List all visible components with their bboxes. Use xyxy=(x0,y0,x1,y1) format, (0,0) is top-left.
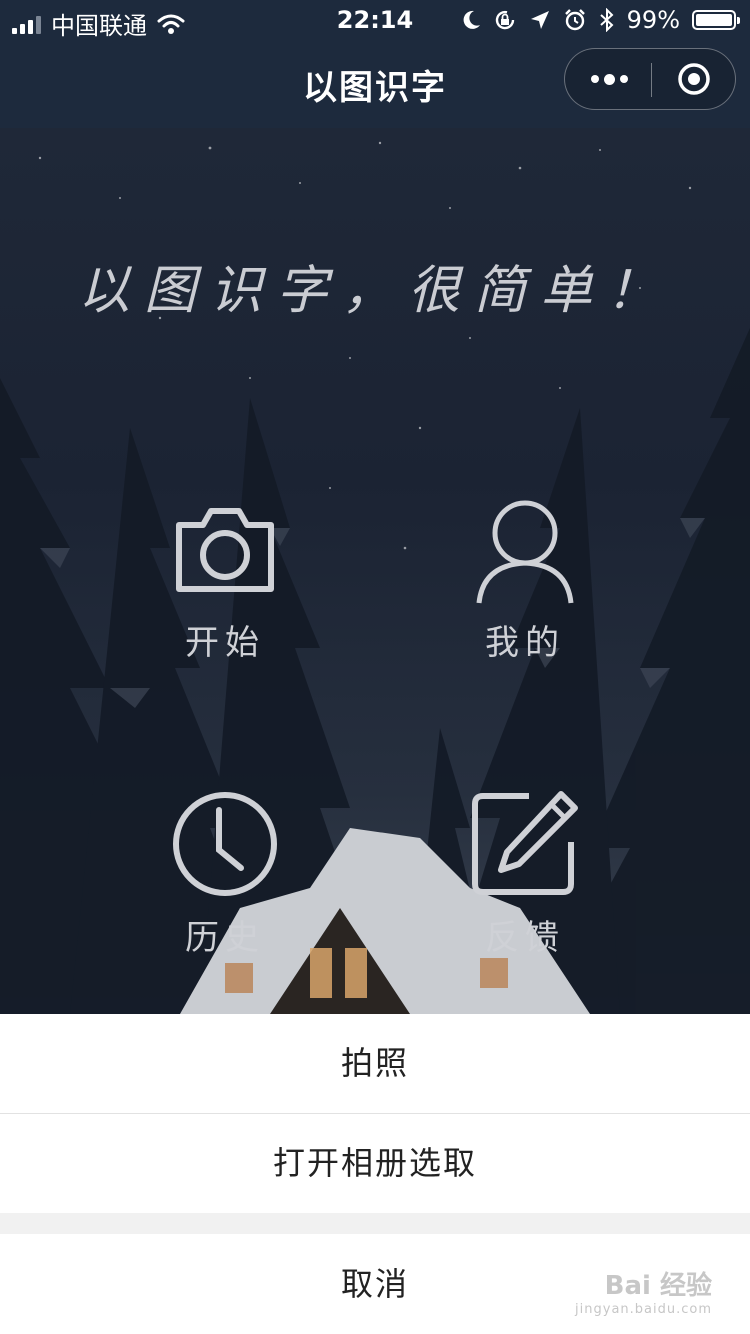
slogan-text: 以图识字，很简单！ xyxy=(77,261,672,321)
rotation-lock-icon xyxy=(495,10,514,30)
menu-feedback-label: 反馈 xyxy=(485,918,565,958)
choose-from-album-button[interactable]: 打开相册选取 xyxy=(0,1114,750,1213)
bluetooth-icon xyxy=(599,8,614,32)
close-target-icon[interactable] xyxy=(677,62,711,96)
nav-bar: 以图识字 xyxy=(0,40,750,128)
mini-program-capsule xyxy=(564,48,736,110)
status-bar: 中国联通 22:14 99% xyxy=(0,0,750,40)
location-icon xyxy=(530,11,549,29)
home-background: 以图识字，很简单！ 开始 我的 历史 反馈 xyxy=(0,128,750,1014)
menu-feedback[interactable]: 反馈 xyxy=(435,788,615,959)
menu-history[interactable]: 历史 xyxy=(135,788,315,959)
battery-percent: 99% xyxy=(626,6,680,34)
take-photo-button[interactable]: 拍照 xyxy=(0,1014,750,1113)
clock-icon xyxy=(173,792,277,896)
edit-icon xyxy=(472,791,578,895)
watermark-url: jingyan.baidu.com xyxy=(575,1302,712,1317)
user-icon xyxy=(476,500,574,604)
camera-icon xyxy=(176,508,274,592)
menu-mine[interactable]: 我的 xyxy=(435,493,615,664)
menu-start-label: 开始 xyxy=(185,623,265,663)
baidu-jingyan-watermark: Bai 经验 jingyan.baidu.com xyxy=(575,1273,712,1316)
action-sheet: 拍照 打开相册选取 取消 Bai 经验 jingyan.baidu.com xyxy=(0,1014,750,1334)
more-icon[interactable] xyxy=(589,49,629,109)
capsule-divider xyxy=(651,63,652,97)
moon-icon xyxy=(463,10,480,29)
menu-history-label: 历史 xyxy=(185,918,265,958)
alarm-icon xyxy=(564,9,585,31)
watermark-brand: Bai 经验 xyxy=(604,1271,712,1301)
menu-mine-label: 我的 xyxy=(485,623,565,663)
menu-start[interactable]: 开始 xyxy=(135,493,315,664)
battery-icon xyxy=(692,10,740,30)
